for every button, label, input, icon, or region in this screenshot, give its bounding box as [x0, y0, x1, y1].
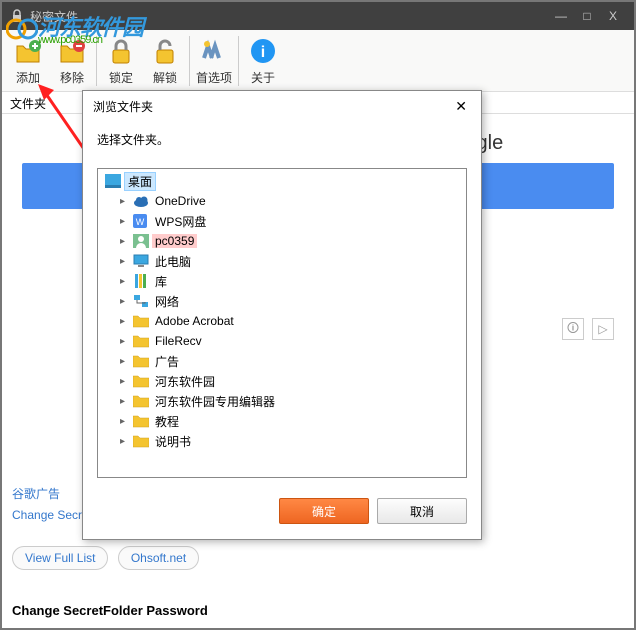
folder-icon [132, 433, 150, 449]
view-full-list-button[interactable]: View Full List [12, 546, 108, 570]
tree-root[interactable]: 桌面 [100, 171, 464, 191]
lock-icon [105, 35, 137, 67]
change-password-label: Change SecretFolder Password [12, 603, 208, 618]
tree-item[interactable]: ▸ FileRecv [100, 331, 464, 351]
expand-arrow-icon[interactable]: ▸ [120, 216, 132, 227]
tree-item-label: 教程 [152, 413, 182, 430]
tree-item[interactable]: ▸ 说明书 [100, 431, 464, 451]
tree-item-label: 此电脑 [152, 253, 194, 270]
wps-icon: W [132, 213, 150, 229]
folder-icon [132, 353, 150, 369]
tree-item[interactable]: ▸ 网络 [100, 291, 464, 311]
ok-button[interactable]: 确定 [279, 498, 369, 524]
expand-arrow-icon[interactable]: ▸ [120, 196, 132, 207]
gear-icon [198, 35, 230, 67]
tree-item[interactable]: ▸ W WPS网盘 [100, 211, 464, 231]
tree-item[interactable]: ▸ OneDrive [100, 191, 464, 211]
expand-arrow-icon[interactable]: ▸ [120, 396, 132, 407]
folder-icon [132, 393, 150, 409]
minimize-button[interactable]: — [548, 6, 574, 26]
expand-arrow-icon[interactable]: ▸ [120, 256, 132, 267]
folder-icon [132, 333, 150, 349]
cloud-icon [132, 193, 150, 209]
desktop-icon [104, 173, 122, 189]
tree-item[interactable]: ▸ 广告 [100, 351, 464, 371]
tree-item[interactable]: ▸ 河东软件园专用编辑器 [100, 391, 464, 411]
tree-item-label: 河东软件园专用编辑器 [152, 393, 278, 410]
close-button[interactable]: X [600, 6, 626, 26]
folder-tree[interactable]: 桌面 ▸OneDrive▸WWPS网盘▸pc0359▸此电脑▸库▸网络▸Adob… [97, 168, 467, 478]
svg-text:i: i [261, 44, 265, 61]
toolbar: 添加 移除 锁定 解锁 首选项 i 关于 [2, 30, 634, 92]
add-icon [12, 35, 44, 67]
pc-icon [132, 253, 150, 269]
lock-button[interactable]: 锁定 [99, 33, 143, 88]
remove-button[interactable]: 移除 [50, 33, 94, 88]
about-button[interactable]: i 关于 [241, 33, 285, 88]
expand-arrow-icon[interactable]: ▸ [120, 416, 132, 427]
tree-item-label: 说明书 [152, 433, 194, 450]
ad-small-icons: 🛈 ▷ [562, 318, 614, 340]
user-icon [132, 233, 150, 249]
play-icon[interactable]: ▷ [592, 318, 614, 340]
expand-arrow-icon[interactable]: ▸ [120, 276, 132, 287]
info-icon: i [247, 35, 279, 67]
unlock-icon [149, 35, 181, 67]
expand-arrow-icon[interactable]: ▸ [120, 436, 132, 447]
add-button[interactable]: 添加 [6, 33, 50, 88]
tree-item-label: WPS网盘 [152, 213, 209, 230]
dialog-instruction: 选择文件夹。 [83, 121, 481, 158]
tree-item[interactable]: ▸ pc0359 [100, 231, 464, 251]
cancel-button[interactable]: 取消 [377, 498, 467, 524]
tree-item-label: pc0359 [152, 234, 197, 248]
tree-item-label: OneDrive [152, 194, 209, 208]
window-title: 秘密文件 [30, 8, 78, 25]
tree-item[interactable]: ▸ 此电脑 [100, 251, 464, 271]
folder-icon [132, 413, 150, 429]
folder-icon [132, 373, 150, 389]
svg-text:W: W [136, 217, 145, 227]
net-icon [132, 293, 150, 309]
preferences-button[interactable]: 首选项 [192, 33, 236, 88]
tree-item-label: 广告 [152, 353, 182, 370]
tree-item-label: 河东软件园 [152, 373, 218, 390]
dialog-close-button[interactable]: ✕ [451, 98, 471, 115]
expand-arrow-icon[interactable]: ▸ [120, 356, 132, 367]
lib-icon [132, 273, 150, 289]
browse-folder-dialog: 浏览文件夹 ✕ 选择文件夹。 桌面 ▸ OneDrive ▸ W WPS网盘 ▸ pc035… [82, 90, 482, 540]
tree-item[interactable]: ▸ 河东软件园 [100, 371, 464, 391]
mute-icon[interactable]: 🛈 [562, 318, 584, 340]
expand-arrow-icon[interactable]: ▸ [120, 296, 132, 307]
expand-arrow-icon[interactable]: ▸ [120, 316, 132, 327]
ohsoft-link[interactable]: Ohsoft.net [118, 546, 199, 570]
expand-arrow-icon[interactable]: ▸ [120, 236, 132, 247]
remove-icon [56, 35, 88, 67]
lock-icon [10, 9, 24, 23]
dialog-title: 浏览文件夹 [93, 98, 153, 115]
titlebar: 秘密文件 — □ X [2, 2, 634, 30]
tree-item[interactable]: ▸ Adobe Acrobat [100, 311, 464, 331]
folder-icon [132, 313, 150, 329]
tree-item-label: 网络 [152, 293, 182, 310]
expand-arrow-icon[interactable]: ▸ [120, 376, 132, 387]
maximize-button[interactable]: □ [574, 6, 600, 26]
unlock-button[interactable]: 解锁 [143, 33, 187, 88]
tree-item[interactable]: ▸ 教程 [100, 411, 464, 431]
tree-item-label: 库 [152, 273, 170, 290]
tree-item[interactable]: ▸库 [100, 271, 464, 291]
tree-item-label: FileRecv [152, 334, 205, 348]
expand-arrow-icon[interactable]: ▸ [120, 336, 132, 347]
tree-item-label: Adobe Acrobat [152, 314, 237, 328]
